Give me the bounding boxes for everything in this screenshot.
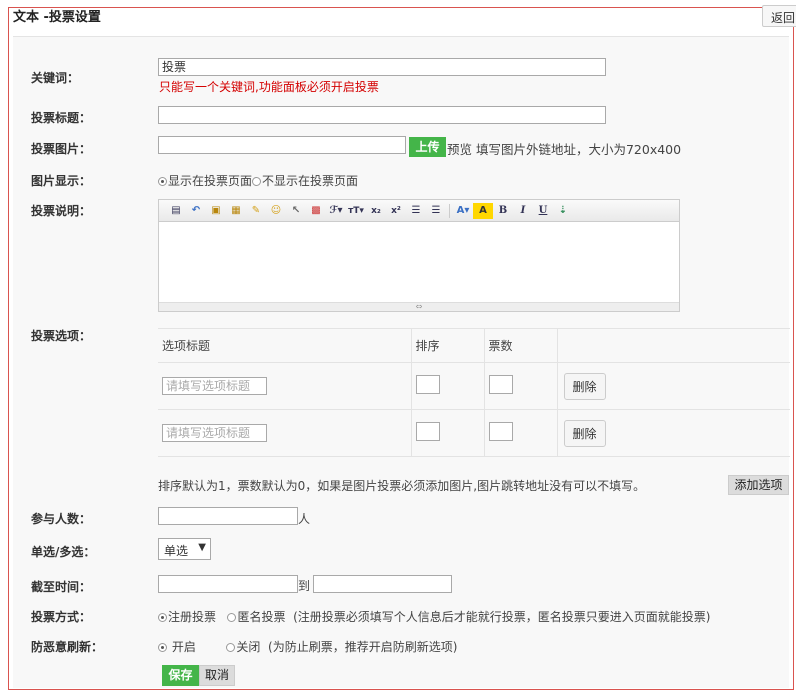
paste-text-icon[interactable]: ▦	[226, 203, 246, 219]
choice-mode-value: 单选	[164, 544, 189, 558]
outdent-icon[interactable]: ☰	[426, 203, 446, 219]
vote-mode-label: 投票方式：	[31, 610, 92, 624]
radio-anonymous-label[interactable]: 匿名投票	[237, 610, 285, 624]
radio-registered-label[interactable]: 注册投票	[168, 610, 216, 624]
preview-icon[interactable]: ▩	[306, 203, 326, 219]
indent-icon[interactable]: ☰	[406, 203, 426, 219]
undo-icon[interactable]: ↶	[186, 203, 206, 219]
delete-option-button[interactable]: 删除	[563, 419, 606, 447]
italic-icon[interactable]: I	[513, 203, 533, 219]
cancel-button[interactable]: 取消	[199, 665, 235, 686]
choice-mode-select[interactable]: 单选 ▼	[158, 538, 211, 560]
keyword-input[interactable]: 投票	[158, 58, 606, 76]
table-row: 请填写选项标题 删除	[158, 409, 790, 457]
vote-options-note: 排序默认为1，票数默认为0，如果是图片投票必须添加图片,图片跳转地址没有可以不填…	[158, 479, 646, 493]
vote-title-input[interactable]	[158, 106, 606, 124]
bold-icon[interactable]: B	[493, 203, 513, 219]
upload-button[interactable]: 上传	[409, 137, 446, 157]
paste-icon[interactable]: ▣	[206, 203, 226, 219]
vote-options-table: 选项标题 排序 票数 请填写选项标题 删除 请填写选项标题 删除	[158, 328, 790, 457]
highlight-icon[interactable]: A	[473, 202, 493, 219]
col-order: 排序	[411, 328, 485, 363]
editor-toolbar: ▤ ↶ ▣ ▦ ✎ ☺ ↖ ▩ ℱ▾ тT▾ x₂ x² ☰ ☰ A▾ A B …	[159, 200, 679, 222]
choice-mode-label: 单选/多选：	[31, 545, 96, 559]
deadline-separator: 到	[298, 579, 311, 593]
add-option-button[interactable]: 添加选项	[728, 475, 789, 495]
deadline-end-input[interactable]	[313, 575, 452, 593]
font-size-icon[interactable]: тT▾	[346, 203, 366, 219]
keyword-hint: 只能写一个关键词,功能面板必须开启投票	[159, 80, 379, 94]
option-title-input[interactable]: 请填写选项标题	[162, 424, 267, 442]
radio-show-icon[interactable]	[158, 177, 167, 186]
vote-options-label: 投票选项：	[31, 329, 92, 343]
back-button[interactable]: 返回	[762, 5, 796, 27]
participants-label: 参与人数：	[31, 512, 92, 526]
select-icon[interactable]: ↖	[286, 203, 306, 219]
radio-hide-icon[interactable]	[252, 177, 262, 186]
option-votes-input[interactable]	[488, 422, 513, 441]
vote-mode-options: 注册投票 匿名投票 (注册投票必须填写个人信息后才能就行投票，匿名投票只要进入页…	[158, 608, 711, 625]
option-votes-input[interactable]	[488, 375, 513, 394]
deadline-label: 截至时间：	[31, 580, 92, 594]
table-row: 请填写选项标题 删除	[158, 362, 790, 410]
editor-resize-handle[interactable]: ⇔	[159, 302, 679, 311]
image-display-options: 显示在投票页面 不显示在投票页面	[158, 172, 358, 189]
vote-desc-label: 投票说明：	[31, 204, 92, 218]
underline-icon[interactable]: U	[533, 203, 553, 219]
image-display-label: 图片显示：	[31, 174, 92, 188]
format-brush-icon[interactable]: ✎	[246, 203, 266, 219]
vote-title-label: 投票标题：	[31, 111, 92, 125]
vote-image-label: 投票图片：	[31, 142, 92, 156]
radio-registered-icon[interactable]	[158, 613, 167, 622]
participants-unit: 人	[298, 512, 311, 526]
vote-image-input[interactable]	[158, 136, 406, 154]
source-icon[interactable]: ▤	[166, 203, 186, 219]
radio-show-label[interactable]: 显示在投票页面	[168, 174, 252, 188]
subscript-icon[interactable]: x₂	[366, 203, 386, 219]
vote-mode-note: (注册投票必须填写个人信息后才能就行投票，匿名投票只要进入页面就能投票)	[293, 610, 711, 624]
option-order-input[interactable]	[415, 422, 440, 441]
col-option-title: 选项标题	[158, 328, 412, 363]
table-header-row: 选项标题 排序 票数	[158, 328, 790, 363]
option-order-input[interactable]	[415, 375, 440, 394]
radio-anonymous-icon[interactable]	[227, 613, 237, 622]
superscript-icon[interactable]: x²	[386, 203, 406, 219]
font-family-icon[interactable]: ℱ▾	[326, 203, 346, 219]
anti-refresh-label: 防恶意刷新：	[31, 640, 104, 654]
col-actions	[557, 328, 790, 363]
font-color-icon[interactable]: A▾	[453, 203, 473, 219]
participants-input[interactable]	[158, 507, 298, 525]
radio-on-label[interactable]: 开启	[172, 640, 196, 654]
vote-image-hint: 预览 填写图片外链地址，大小为720x400	[447, 142, 682, 157]
radio-off-icon[interactable]	[226, 643, 236, 652]
radio-off-label[interactable]: 关闭	[236, 640, 260, 654]
emoticon-icon[interactable]: ☺	[266, 203, 286, 219]
toolbar-divider	[449, 203, 450, 218]
delete-option-button[interactable]: 删除	[563, 372, 606, 400]
save-button[interactable]: 保存	[162, 665, 199, 686]
anti-refresh-options: 开启 关闭 (为防止刷票，推荐开启防刷新选项)	[158, 638, 457, 655]
insert-icon[interactable]: ⇣	[553, 203, 573, 219]
col-votes: 票数	[484, 328, 558, 363]
radio-hide-label[interactable]: 不显示在投票页面	[262, 174, 358, 188]
keyword-label: 关键词：	[31, 71, 80, 85]
deadline-start-input[interactable]	[158, 575, 298, 593]
chevron-down-icon: ▼	[198, 542, 206, 553]
radio-on-icon[interactable]	[158, 643, 167, 652]
page-title: 文本 -投票设置	[13, 10, 101, 25]
anti-refresh-note: (为防止刷票，推荐开启防刷新选项)	[268, 640, 458, 654]
option-title-input[interactable]: 请填写选项标题	[162, 377, 267, 395]
rich-text-editor[interactable]: ▤ ↶ ▣ ▦ ✎ ☺ ↖ ▩ ℱ▾ тT▾ x₂ x² ☰ ☰ A▾ A B …	[158, 199, 680, 312]
